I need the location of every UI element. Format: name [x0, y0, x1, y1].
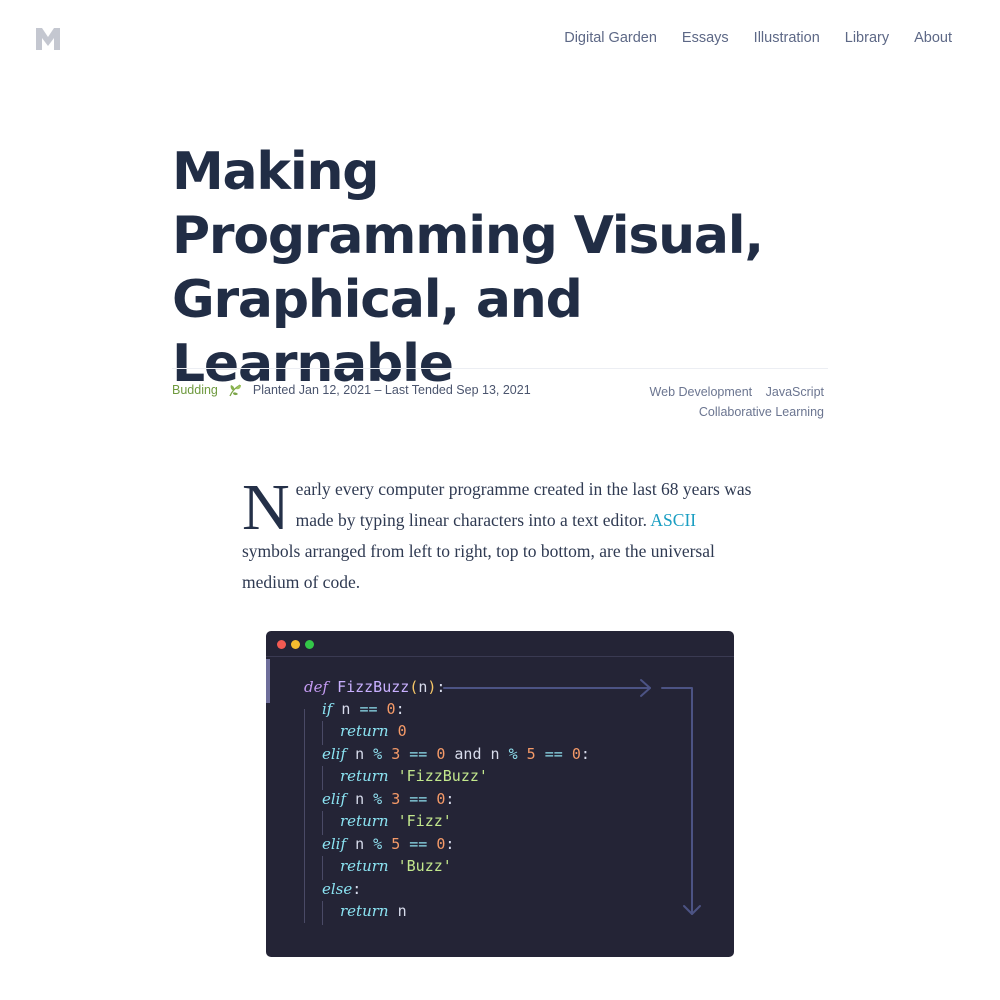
code-line: return 'Buzz'	[340, 857, 452, 875]
nav-essays[interactable]: Essays	[682, 30, 729, 46]
code-line: return n	[340, 902, 407, 920]
code-line: def FizzBuzz(n):	[304, 678, 446, 696]
code-line: return 'Fizz'	[340, 812, 452, 830]
intro-text-2: symbols arranged from left to right, top…	[242, 541, 715, 592]
page-title: Making Programming Visual, Graphical, an…	[172, 142, 764, 394]
code-line: elif n % 3 == 0:	[322, 790, 455, 808]
nav-library[interactable]: Library	[845, 30, 889, 46]
sprout-leaf-icon	[229, 384, 241, 397]
code-line: else:	[322, 880, 362, 898]
code-line: elif n % 3 == 0 and n % 5 == 0:	[322, 745, 590, 763]
drop-cap: N	[242, 471, 290, 544]
tag-collaborative-learning[interactable]: Collaborative Learning	[699, 405, 824, 419]
tag-javascript[interactable]: JavaScript	[766, 385, 824, 399]
planted-tended-dates: Planted Jan 12, 2021 – Last Tended Sep 1…	[252, 383, 531, 397]
divider	[172, 368, 828, 369]
code-line: elif n % 5 == 0:	[322, 835, 455, 853]
nav-about[interactable]: About	[914, 30, 952, 46]
code-line: return 'FizzBuzz'	[340, 767, 488, 785]
m-logo-icon[interactable]	[36, 28, 60, 50]
ascii-link[interactable]: ASCII	[650, 510, 696, 530]
code-line: if n == 0:	[322, 700, 405, 718]
growth-stage-label[interactable]: Budding	[172, 383, 218, 397]
tag-web-development[interactable]: Web Development	[650, 385, 753, 399]
code-line: return 0	[340, 722, 407, 740]
nav-illustration[interactable]: Illustration	[754, 30, 820, 46]
main-nav: Digital Garden Essays Illustration Libra…	[564, 30, 952, 46]
code-window: def FizzBuzz(n): if n == 0: return 0 eli…	[266, 631, 734, 957]
nav-digital-garden[interactable]: Digital Garden	[564, 30, 657, 46]
topic-tags: Web Development JavaScript Collaborative…	[564, 382, 824, 422]
article-meta: Budding Planted Jan 12, 2021 – Last Tend…	[172, 382, 531, 398]
intro-paragraph: Nearly every computer programme created …	[242, 474, 752, 598]
